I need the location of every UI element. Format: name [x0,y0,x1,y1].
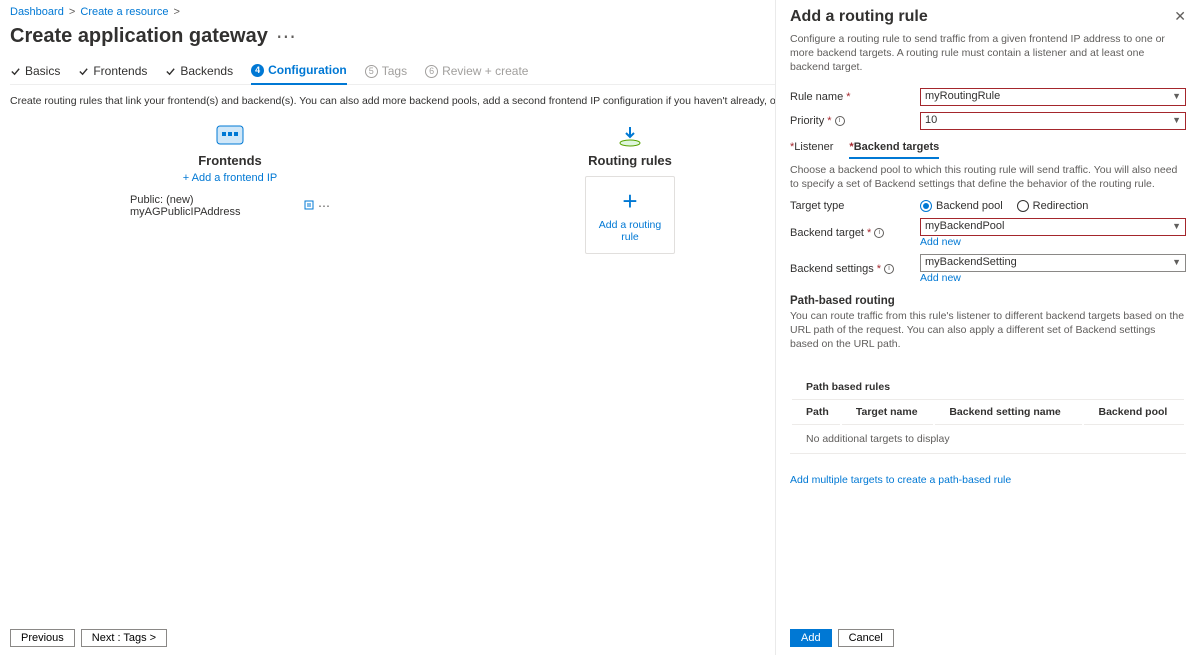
radio-redirection-label: Redirection [1033,200,1089,212]
tab-review[interactable]: 6 Review + create [425,63,528,85]
chevron-down-icon: ▼ [1172,91,1181,101]
panel-title: Add a routing rule [790,8,928,26]
add-routing-rule-label: Add a routing rule [590,211,670,243]
add-frontend-link[interactable]: + Add a frontend IP [183,172,278,184]
chevron-down-icon: ▼ [1172,221,1181,231]
path-routing-description: You can route traffic from this rule's l… [790,309,1186,358]
add-button[interactable]: Add [790,629,832,647]
priority-input[interactable]: 10▼ [920,112,1186,130]
col-target-name: Target name [842,402,933,425]
radio-redirection[interactable] [1017,200,1029,212]
frontend-icon [213,123,247,147]
col-backend-pool: Backend pool [1084,402,1184,425]
step-number-icon: 5 [365,65,378,78]
add-new-settings-link[interactable]: Add new [920,272,1186,284]
backend-target-select[interactable]: myBackendPool▼ [920,218,1186,236]
check-icon [78,66,89,77]
tab-basics[interactable]: Basics [10,63,60,85]
priority-label: Priority* i [790,115,920,127]
path-rules-empty: No additional targets to display [792,427,1184,451]
frontends-column: Frontends + Add a frontend IP Public: (n… [130,123,330,254]
target-type-label: Target type [790,200,920,212]
routing-title: Routing rules [588,153,672,168]
backend-settings-select[interactable]: myBackendSetting▼ [920,254,1186,272]
breadcrumb-create-resource[interactable]: Create a resource [80,6,168,18]
check-icon [165,66,176,77]
routing-column: Routing rules + Add a routing rule [530,123,730,254]
tab-backends[interactable]: Backends [165,63,233,85]
frontends-title: Frontends [198,153,262,168]
more-icon[interactable]: ⋯ [276,24,296,49]
radio-backend-pool[interactable] [920,200,932,212]
info-icon[interactable]: i [884,264,894,274]
chevron-down-icon: ▼ [1172,115,1181,125]
path-rules-table: Path based rules Path Target name Backen… [790,375,1186,454]
previous-button[interactable]: Previous [10,629,75,647]
subtab-listener[interactable]: *Listener [790,141,833,159]
check-icon [10,66,21,77]
add-routing-rule-card[interactable]: + Add a routing rule [585,176,675,254]
tab-configuration[interactable]: 4 Configuration [251,63,347,85]
step-number-icon: 6 [425,65,438,78]
plus-icon: + [622,191,637,211]
radio-backend-pool-label: Backend pool [936,200,1003,212]
panel-subtabs: *Listener *Backend targets [790,133,1186,163]
rule-name-input[interactable]: myRoutingRule▼ [920,88,1186,106]
routing-icon [613,123,647,147]
step-number-icon: 4 [251,64,264,77]
col-path: Path [792,402,840,425]
breadcrumb-dashboard[interactable]: Dashboard [10,6,64,18]
tab-frontends[interactable]: Frontends [78,63,147,85]
info-icon[interactable]: i [874,228,884,238]
subtab-backend-targets[interactable]: *Backend targets [849,141,939,159]
path-rules-table-title: Path based rules [792,377,1184,400]
frontend-item: Public: (new) myAGPublicIPAddress ⋯ [130,194,330,218]
add-routing-rule-panel: Add a routing rule ✕ Configure a routing… [775,0,1200,655]
next-button[interactable]: Next : Tags > [81,629,167,647]
panel-description: Configure a routing rule to send traffic… [790,32,1186,85]
path-routing-title: Path-based routing [790,287,1186,309]
frontend-item-label: Public: (new) myAGPublicIPAddress [130,194,297,218]
edit-icon[interactable] [303,199,315,214]
add-path-targets-link[interactable]: Add multiple targets to create a path-ba… [790,474,1011,486]
chevron-down-icon: ▼ [1172,257,1181,267]
more-icon[interactable]: ⋯ [318,199,330,213]
cancel-button[interactable]: Cancel [838,629,894,647]
backend-settings-label: Backend settings* i [790,263,920,275]
close-icon[interactable]: ✕ [1174,8,1186,25]
rule-name-label: Rule name* [790,91,920,103]
col-backend-setting: Backend setting name [935,402,1082,425]
tab-tags[interactable]: 5 Tags [365,63,407,85]
backend-target-label: Backend target* i [790,227,920,239]
add-new-target-link[interactable]: Add new [920,236,1186,248]
backend-description: Choose a backend pool to which this rout… [790,163,1186,197]
info-icon[interactable]: i [835,116,845,126]
